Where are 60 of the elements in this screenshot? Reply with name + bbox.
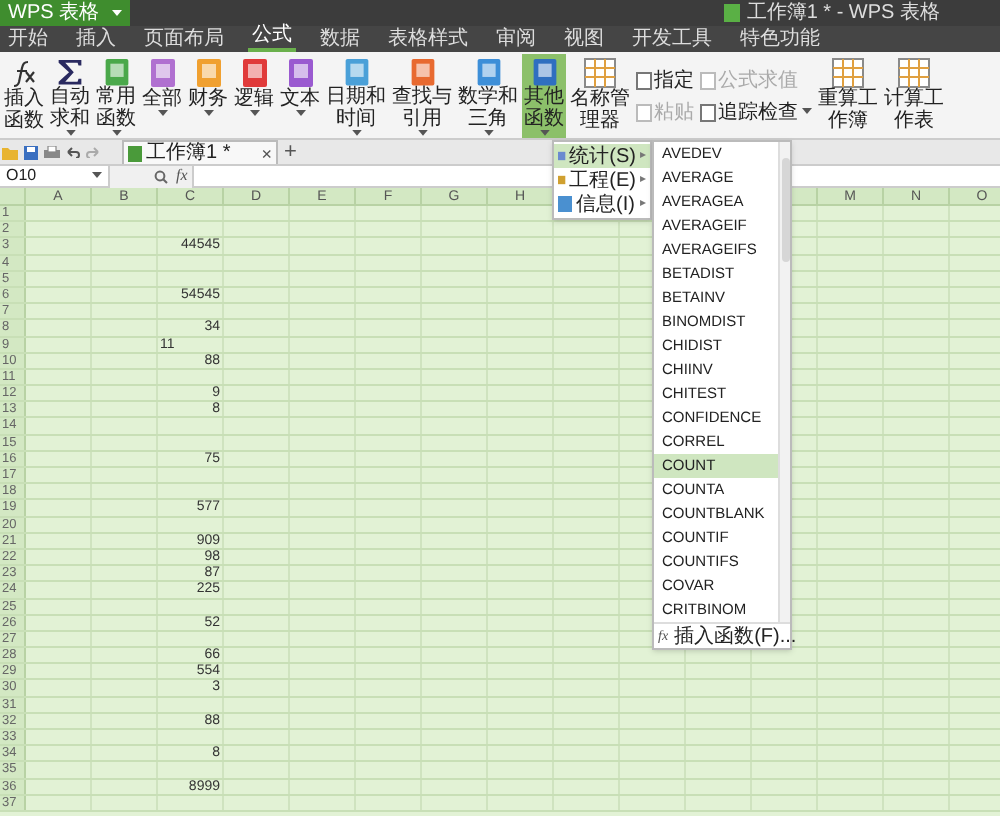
menu-tab[interactable]: 数据 (316, 28, 364, 52)
ribbon-button[interactable]: 其他函数 (522, 54, 566, 138)
book-icon (409, 58, 435, 87)
print-icon[interactable] (44, 145, 60, 159)
caret-icon (296, 110, 306, 118)
ribbon-button[interactable]: 全部 (140, 54, 184, 138)
book-icon (343, 58, 369, 87)
book-icon (103, 58, 129, 87)
document-icon (724, 4, 741, 22)
tab-title: 工作簿1 * (146, 142, 233, 164)
book-icon (531, 58, 557, 87)
sum-icon (56, 58, 84, 87)
ribbon-button[interactable]: 计算工作表 (882, 54, 946, 138)
menu-tab[interactable]: 插入 (72, 28, 120, 52)
ribbon-small-button[interactable]: 指定 (636, 69, 694, 91)
menu-tab[interactable]: 页面布局 (140, 28, 228, 52)
ribbon-small-button[interactable]: 追踪检查 (700, 101, 812, 123)
caret-icon (204, 110, 214, 118)
book-icon (475, 58, 501, 87)
book-icon (241, 58, 267, 88)
ribbon-button[interactable]: 插入函数 (2, 54, 46, 138)
spreadsheet-icon (128, 145, 142, 161)
ribbon-button[interactable]: 数学和三角 (456, 54, 520, 138)
ribbon-button[interactable]: 重算工作簿 (816, 54, 880, 138)
caret-icon (158, 110, 168, 118)
app-menu-button[interactable]: WPS 表格 (0, 0, 130, 26)
document-tab[interactable]: 工作簿1 * × (122, 140, 278, 164)
book-icon (195, 58, 221, 88)
ribbon-button[interactable]: 自动求和 (48, 54, 92, 138)
table-icon (832, 58, 864, 88)
table-icon (584, 58, 616, 88)
function-button[interactable]: fx (176, 166, 188, 186)
caret-icon (250, 110, 260, 118)
caret-icon (111, 9, 122, 17)
ribbon-button[interactable]: 逻辑 (232, 54, 276, 138)
menu-tab[interactable]: 特色功能 (736, 28, 824, 52)
menu-tab[interactable]: 视图 (560, 28, 608, 52)
ribbon-button[interactable]: 财务 (186, 54, 230, 138)
caret-icon (802, 108, 812, 116)
ribbon-button[interactable]: 日期和时间 (324, 54, 388, 138)
menu-tab[interactable]: 开发工具 (628, 28, 716, 52)
ribbon-button[interactable]: 名称管理器 (568, 54, 632, 138)
book-icon (287, 58, 313, 88)
menu-tab[interactable]: 开始 (4, 28, 52, 52)
menu-tab[interactable]: 表格样式 (384, 28, 472, 52)
undo-icon[interactable] (66, 146, 80, 158)
menu-tab[interactable]: 审阅 (492, 28, 540, 52)
window-title: 工作簿1 * - WPS 表格 (746, 0, 940, 26)
ribbon-button[interactable]: 查找与引用 (390, 54, 454, 138)
book-icon (149, 58, 175, 88)
new-tab-button[interactable]: + (284, 141, 297, 163)
scrollbar[interactable] (778, 142, 790, 622)
zoom-icon[interactable] (154, 169, 168, 183)
ribbon-button[interactable]: 常用函数 (94, 54, 138, 138)
function-icon (10, 58, 38, 88)
ribbon-button[interactable]: 文本 (278, 54, 322, 138)
close-tab-button[interactable]: × (261, 143, 272, 163)
save-icon[interactable] (24, 145, 38, 159)
caret-icon (92, 172, 102, 180)
table-icon (898, 58, 930, 88)
